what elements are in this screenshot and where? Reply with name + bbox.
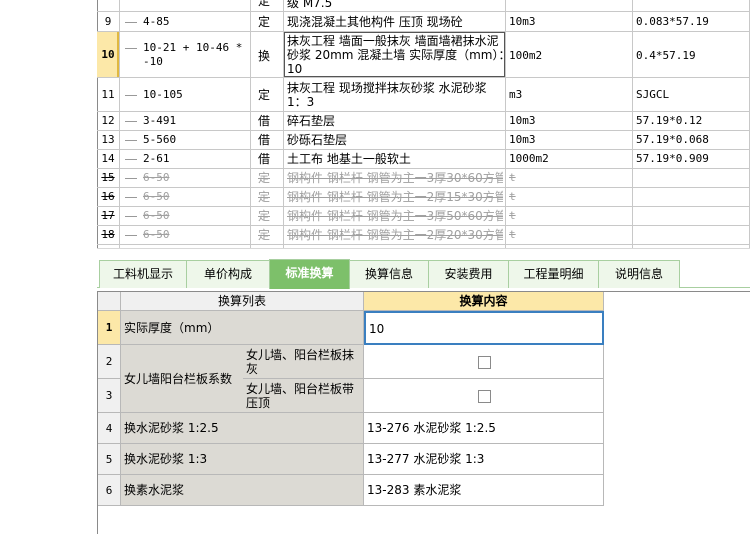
quota-type: 借	[258, 114, 271, 128]
quota-name-line2: 砂浆 20mm 混凝土墙 实际厚度（mm）：	[287, 48, 511, 62]
conversion-label: 实际厚度（mm）	[121, 311, 364, 345]
quota-unit: t	[509, 228, 516, 241]
quota-code: 6-50	[143, 228, 170, 241]
quota-type: 定	[258, 190, 271, 204]
quota-name: 碎石垫层	[287, 114, 336, 128]
quota-unit: 1000m2	[509, 152, 549, 165]
quota-code: 3-491	[143, 114, 177, 127]
quota-code: 5-560	[143, 133, 177, 146]
tab-description[interactable]: 说明信息	[598, 260, 680, 288]
tab-quantity-detail[interactable]: 工程量明细	[508, 260, 599, 288]
quota-expr: 0.083*57.19	[636, 15, 709, 28]
parapet-group-label: 女儿墙阳台栏板系数	[121, 345, 243, 413]
row-number: 6	[98, 475, 121, 506]
quota-code: 4-85	[143, 15, 170, 28]
tab-conversion-info[interactable]: 换算信息	[349, 260, 429, 288]
parapet-coping-label: 女儿墙、阳台栏板带压顶	[243, 379, 364, 413]
quota-expr: 57.19*0.12	[636, 114, 703, 127]
quota-type: 定	[258, 88, 271, 102]
row-number-selected[interactable]: 1	[98, 311, 121, 345]
quota-code: 10-105	[143, 88, 183, 101]
tab-labor-material-machine[interactable]: 工料机显示	[99, 260, 187, 288]
quota-name-line1: 抹灰工程 墙面一般抹灰 墙面墙裙抹水泥	[287, 34, 499, 48]
quota-expr: 57.19*0.068	[636, 133, 709, 146]
tab-standard-conversion[interactable]: 标准换算	[269, 259, 350, 289]
thickness-input[interactable]: 10	[364, 311, 604, 345]
conversion-label: 换素水泥浆	[121, 475, 364, 506]
detail-tab-bar: 工料机显示 单价构成 标准换算 换算信息 安装费用 工程量明细 说明信息	[97, 258, 750, 289]
parapet-plaster-label: 女儿墙、阳台栏板抹灰	[243, 345, 364, 379]
quota-name-line2: 1：3	[287, 95, 315, 109]
quota-name: 钢构件 钢栏杆 钢管为主一2厚15*30方管	[287, 190, 503, 204]
quota-name: 砂砾石垫层	[287, 133, 348, 147]
row-number: 5	[98, 444, 121, 475]
row-number: 2	[98, 345, 121, 379]
quota-type: 定	[258, 15, 271, 29]
conversion-label: 换水泥砂浆 1:2.5	[121, 413, 364, 444]
quota-code-line2: -10	[143, 55, 163, 68]
parapet-plaster-checkbox[interactable]	[478, 356, 491, 369]
quota-grid[interactable]: 定 级 M7.5 9 4-85 定 现浇混凝土其他构件 压顶 现场砼 10m3 …	[0, 0, 750, 248]
quota-type: 定	[258, 171, 271, 185]
parapet-coping-checkbox[interactable]	[478, 390, 491, 403]
quota-unit: 100m2	[509, 49, 543, 62]
quota-unit: t	[509, 190, 516, 203]
tab-unit-price-composition[interactable]: 单价构成	[186, 260, 270, 288]
quota-code: 6-50	[143, 190, 170, 203]
quota-type: 换	[258, 49, 271, 63]
quota-expr: 57.19*0.909	[636, 152, 709, 165]
quota-code: 2-61	[143, 152, 170, 165]
header-conversion-list: 换算列表	[121, 292, 364, 311]
quota-unit: 10m3	[509, 15, 536, 28]
quota-unit: 10m3	[509, 133, 536, 146]
quota-unit: t	[509, 171, 516, 184]
mortar-1-2-5-select[interactable]: 13-276 水泥砂浆 1:2.5	[364, 413, 604, 444]
header-corner	[98, 292, 121, 311]
mortar-1-3-select[interactable]: 13-277 水泥砂浆 1:3	[364, 444, 604, 475]
pane-splitter[interactable]	[97, 248, 750, 258]
quota-unit: m3	[509, 88, 523, 101]
cement-paste-select[interactable]: 13-283 素水泥浆	[364, 475, 604, 506]
quota-unit: 10m3	[509, 114, 536, 127]
header-conversion-content: 换算内容	[364, 292, 604, 311]
quota-type: 借	[258, 152, 271, 166]
quota-name: 钢构件 钢栏杆 钢管为主一2厚20*30方管	[287, 228, 503, 242]
conversion-label: 换水泥砂浆 1:3	[121, 444, 364, 475]
quota-name-line3: 10	[287, 62, 303, 76]
quota-expr: SJGCL	[636, 88, 670, 101]
partial-row-type: 定	[258, 0, 271, 8]
quota-type: 定	[258, 228, 271, 242]
quota-code: 6-50	[143, 171, 170, 184]
row-number: 3	[98, 379, 121, 413]
row-number: 4	[98, 413, 121, 444]
quota-name: 钢构件 钢栏杆 钢管为主一3厚50*60方管	[287, 209, 503, 223]
quota-expr: 0.4*57.19	[636, 49, 696, 62]
quota-code-line1: 10-21 + 10-46 *	[143, 41, 243, 54]
quota-type: 定	[258, 209, 271, 223]
partial-row-name: 级 M7.5	[287, 0, 333, 10]
quota-unit: t	[509, 209, 516, 222]
quota-code: 6-50	[143, 209, 170, 222]
conversion-grid[interactable]: 换算列表 换算内容 1 实际厚度（mm） 10 2 3 女儿墙阳台栏板系数 女儿…	[97, 291, 750, 534]
quota-type: 借	[258, 133, 271, 147]
quota-name: 土工布 地基土一般软土	[287, 152, 411, 166]
quota-name: 钢构件 钢栏杆 钢管为主一3厚30*60方管	[287, 171, 503, 185]
quota-name: 现浇混凝土其他构件 压顶 现场砼	[287, 15, 463, 29]
quota-name-line1: 抹灰工程 现场搅拌抹灰砂浆 水泥砂浆	[287, 81, 487, 95]
tab-installation-fee[interactable]: 安装费用	[428, 260, 509, 288]
